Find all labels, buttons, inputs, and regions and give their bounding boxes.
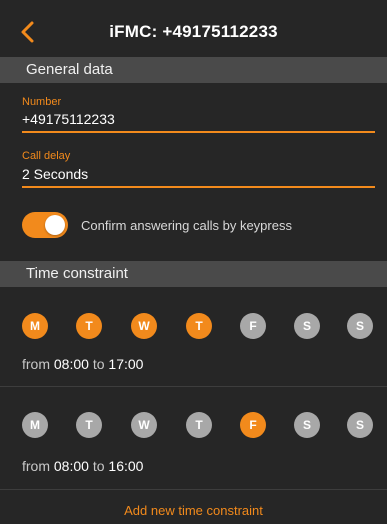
day-thursday[interactable]: T: [186, 412, 212, 438]
day-friday[interactable]: F: [240, 313, 266, 339]
day-monday[interactable]: M: [22, 313, 48, 339]
to-word: to: [92, 458, 105, 474]
app-screen: iFMC: +49175112233 General data Number +…: [0, 0, 387, 524]
top-bar: iFMC: +49175112233: [0, 0, 387, 58]
day-wednesday[interactable]: W: [131, 412, 157, 438]
day-saturday[interactable]: S: [294, 313, 320, 339]
time-range[interactable]: from 08:00 to 16:00: [22, 458, 143, 474]
divider: [0, 386, 387, 387]
day-thursday[interactable]: T: [186, 313, 212, 339]
confirm-keypress-toggle[interactable]: [22, 212, 68, 238]
toggle-knob: [45, 215, 65, 235]
to-time: 17:00: [108, 356, 144, 372]
add-time-constraint-button[interactable]: Add new time constraint: [0, 503, 387, 518]
to-time: 16:00: [108, 458, 144, 474]
day-tuesday[interactable]: T: [76, 412, 102, 438]
from-time: 08:00: [53, 458, 89, 474]
page-title: iFMC: +49175112233: [109, 22, 278, 41]
divider: [0, 489, 387, 490]
day-sunday[interactable]: S: [347, 313, 373, 339]
number-label: Number: [22, 96, 62, 108]
day-friday[interactable]: F: [240, 412, 266, 438]
day-saturday[interactable]: S: [294, 412, 320, 438]
to-word: to: [92, 356, 105, 372]
day-tuesday[interactable]: T: [76, 313, 102, 339]
day-sunday[interactable]: S: [347, 412, 373, 438]
confirm-keypress-label: Confirm answering calls by keypress: [81, 218, 292, 233]
call-delay-field-underline: [22, 186, 375, 188]
from-time: 08:00: [53, 356, 89, 372]
from-word: from: [22, 356, 50, 372]
call-delay-field[interactable]: 2 Seconds: [22, 166, 88, 182]
from-word: from: [22, 458, 50, 474]
day-monday[interactable]: M: [22, 412, 48, 438]
number-field-underline: [22, 131, 375, 133]
day-wednesday[interactable]: W: [131, 313, 157, 339]
call-delay-label: Call delay: [22, 150, 71, 162]
time-range[interactable]: from 08:00 to 17:00: [22, 356, 143, 372]
number-field[interactable]: +49175112233: [22, 111, 115, 127]
section-header-general: General data: [0, 57, 387, 83]
section-header-time: Time constraint: [0, 261, 387, 287]
